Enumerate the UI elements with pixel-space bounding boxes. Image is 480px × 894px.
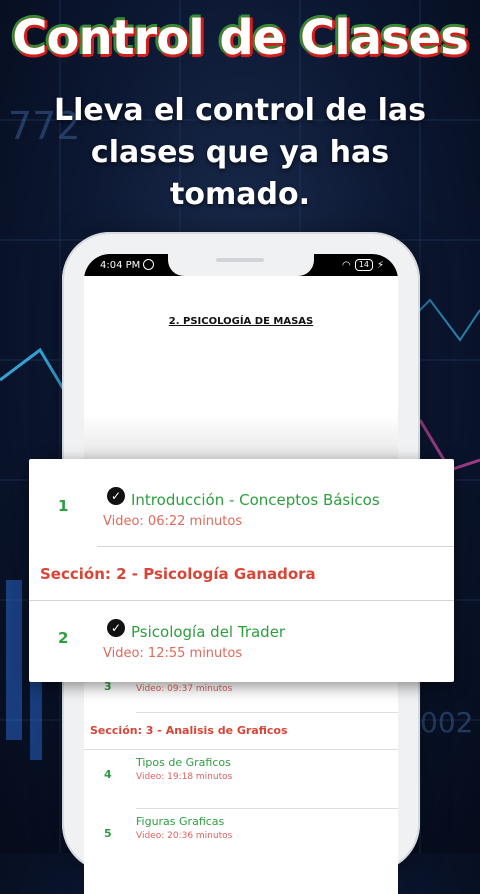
item-duration: Video: 19:18 minutos bbox=[136, 772, 233, 782]
battery-icon: 14 bbox=[354, 259, 373, 271]
item-duration: Video: 12:55 minutos bbox=[103, 646, 243, 661]
background-number-right: 002 bbox=[420, 706, 474, 739]
item-number: 2 bbox=[58, 629, 69, 647]
alarm-icon bbox=[143, 259, 154, 270]
check-circle-icon: ✓ bbox=[107, 619, 125, 637]
featured-class-card: 1 ✓ Introducción - Conceptos Básicos Vid… bbox=[29, 459, 454, 682]
list-item[interactable]: 4 Tipos de Graficos Video: 19:18 minutos bbox=[84, 750, 398, 808]
item-number: 4 bbox=[104, 768, 112, 781]
check-circle-icon: ✓ bbox=[107, 487, 125, 505]
list-item[interactable]: 2 ✓ Psicología del Trader Video: 12:55 m… bbox=[29, 591, 454, 679]
class-list-background: 3 Video: 09:37 minutos Sección: 3 - Anal… bbox=[84, 680, 398, 867]
item-duration: Video: 06:22 minutos bbox=[103, 514, 243, 529]
charging-icon: ⚡ bbox=[376, 259, 384, 271]
speaker-grille bbox=[216, 258, 264, 262]
item-title: Psicología del Trader bbox=[131, 623, 286, 641]
list-item[interactable]: 3 Video: 09:37 minutos bbox=[84, 680, 398, 712]
item-number: 5 bbox=[104, 827, 112, 840]
phone-notch bbox=[168, 254, 314, 276]
hero-subtitle: Lleva el control de las clases que ya ha… bbox=[54, 93, 426, 212]
item-number: 1 bbox=[58, 497, 69, 515]
item-duration: Video: 20:36 minutos bbox=[136, 831, 233, 841]
item-title: Tipos de Graficos bbox=[136, 756, 231, 769]
wifi-icon: ◠ bbox=[342, 259, 351, 271]
status-time: 4:04 PM bbox=[100, 260, 141, 271]
section-label: Sección: 3 - Analisis de Graficos bbox=[90, 724, 288, 737]
list-item[interactable]: 1 ✓ Introducción - Conceptos Básicos Vid… bbox=[29, 459, 454, 547]
section-header: Sección: 3 - Analisis de Graficos bbox=[84, 713, 398, 749]
item-title: Figuras Graficas bbox=[136, 815, 225, 828]
list-item[interactable]: 5 Figuras Graficas Video: 20:36 minutos bbox=[84, 809, 398, 867]
item-duration: Video: 09:37 minutos bbox=[136, 684, 233, 694]
document-heading: 2. PSICOLOGÍA DE MASAS bbox=[168, 316, 314, 327]
hero-title: Control de Clases bbox=[12, 10, 469, 66]
section-label: Sección: 2 - Psicología Ganadora bbox=[40, 565, 316, 583]
item-title: Introducción - Conceptos Básicos bbox=[131, 491, 380, 509]
